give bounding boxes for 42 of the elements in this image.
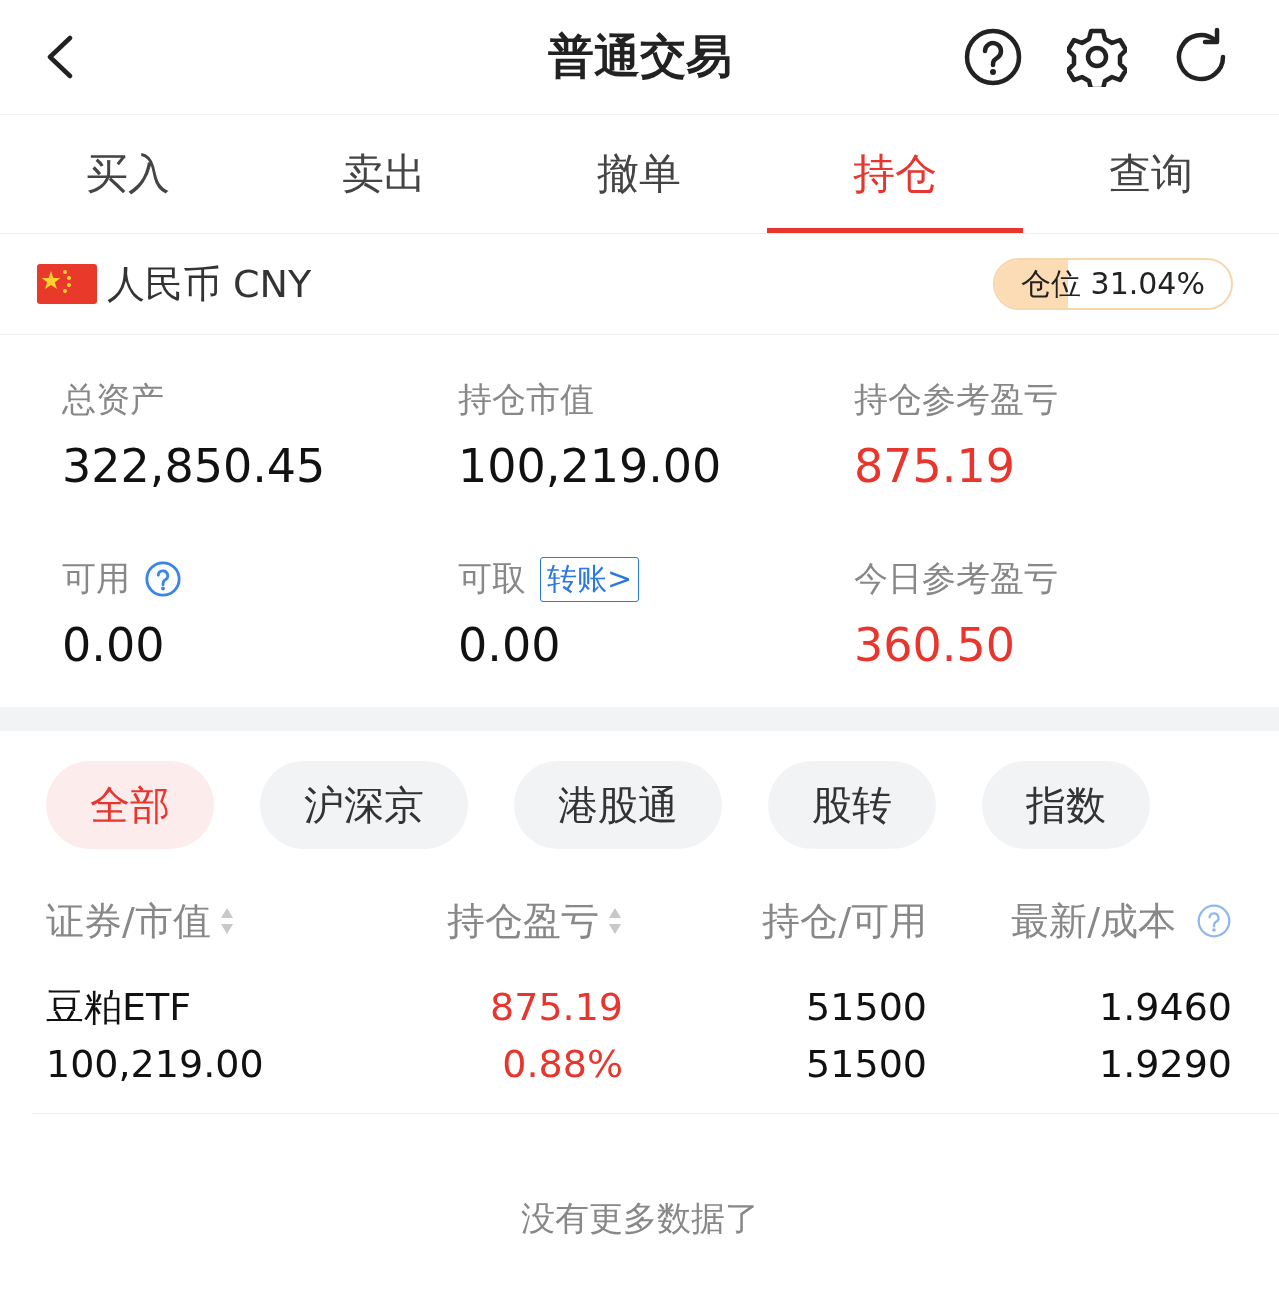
stat-label: 可取 (458, 557, 526, 600)
stat-value: 0.00 (458, 618, 562, 672)
stat-label: 持仓市值 (458, 378, 594, 421)
stat-value: 360.50 (854, 618, 1016, 672)
security-name: 豆粕ETF (46, 984, 192, 1031)
column-header[interactable]: 最新/成本 (1011, 895, 1176, 947)
tab[interactable]: 撤单 (511, 115, 768, 233)
holding-row[interactable]: 豆粕ETF 100,219.00 875.19 0.88% 51500 51500 1.9460 1.9290 (32, 951, 1279, 1114)
stat-value: 0.00 (62, 618, 166, 672)
stat-label: 总资产 (62, 378, 164, 421)
cost-price: 1.9290 (1099, 1041, 1232, 1088)
currency-label: 人民币 CNY (107, 260, 312, 308)
flag-icon (37, 264, 97, 304)
transfer-link[interactable]: 转账> (540, 556, 640, 602)
profit-loss: 875.19 (490, 984, 623, 1031)
stat-value: 875.19 (854, 439, 1016, 493)
column-header[interactable]: 持仓盈亏 (447, 895, 599, 947)
tab[interactable]: 卖出 (255, 115, 512, 233)
market-value: 100,219.00 (46, 1041, 264, 1088)
column-header[interactable]: 持仓/可用 (762, 895, 927, 947)
stat-label: 持仓参考盈亏 (854, 378, 1058, 421)
profit-loss-percent: 0.88% (502, 1041, 623, 1088)
position-quantity: 51500 (806, 984, 927, 1031)
stat-label: 今日参考盈亏 (854, 557, 1058, 600)
stat-label: 可用 (62, 557, 130, 600)
filter-chip[interactable]: 指数 (982, 761, 1150, 849)
filter-chip[interactable]: 股转 (768, 761, 936, 849)
stat-value: 322,850.45 (62, 439, 327, 493)
position-meter: 仓位 31.04% (993, 258, 1233, 310)
tab[interactable]: 买入 (0, 115, 256, 233)
filter-chip[interactable]: 全部 (46, 761, 214, 849)
filter-chip[interactable]: 港股通 (514, 761, 722, 849)
available-quantity: 51500 (806, 1041, 927, 1088)
settings-icon[interactable] (1067, 27, 1127, 87)
filter-chip[interactable]: 沪深京 (260, 761, 468, 849)
help-icon[interactable] (963, 27, 1023, 87)
stat-value: 100,219.00 (458, 439, 723, 493)
tab[interactable]: 查询 (1023, 115, 1279, 233)
page-title: 普通交易 (547, 28, 732, 85)
latest-price: 1.9460 (1099, 984, 1232, 1031)
column-header[interactable]: 证券/市值 (46, 895, 211, 947)
no-more-data-text: 没有更多数据了 (520, 1198, 759, 1238)
